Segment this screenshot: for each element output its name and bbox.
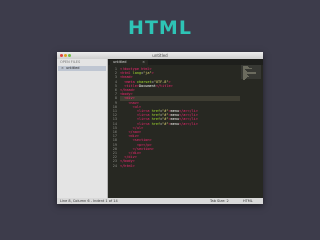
line-number-gutter: 1 2 3 4 5 6 7 8 9 10 11 12 13 14 15 16 17 18 19 20 21 22 23 24	[108, 65, 118, 198]
code-token: </html>	[120, 163, 135, 168]
slide-title: HTML	[128, 17, 192, 39]
code-token: lang	[132, 71, 142, 76]
sidebar-file-label: untitled	[66, 66, 80, 70]
sidebar-heading: OPEN FILES	[60, 60, 81, 64]
code-token: href	[151, 121, 161, 126]
code-token: </a></li>	[179, 121, 199, 126]
code-area[interactable]: <!doctype html> <html lang="ja"> <head> <m…	[120, 65, 240, 198]
code-token: "ja"	[143, 71, 152, 76]
status-bar: Line 8, Column 6 - Indent 1 of 14 Tab Si…	[57, 198, 263, 204]
code-token: </title>	[155, 83, 173, 88]
window-titlebar: untitled	[57, 52, 263, 59]
close-icon[interactable]: ×	[61, 66, 64, 71]
line-number: 24	[112, 163, 117, 168]
code-line: </html>	[120, 164, 135, 168]
syntax-selector[interactable]: HTML	[243, 198, 253, 204]
code-token: Document	[138, 83, 156, 88]
sidebar: OPEN FILES × untitled	[57, 59, 108, 198]
minimap[interactable]	[241, 65, 263, 198]
code-token: >	[151, 71, 154, 76]
sidebar-file-untitled[interactable]: × untitled	[58, 66, 106, 71]
tab-size-selector[interactable]: Tab Size: 2	[210, 198, 229, 204]
window-title: untitled	[152, 53, 168, 58]
code-token: menu	[170, 121, 180, 126]
cursor-position: Line 8, Column 6 - Indent 1 of 14	[60, 199, 118, 203]
editor-window: untitled OPEN FILES × untitled untitled …	[57, 52, 263, 204]
minimap-line	[243, 78, 246, 80]
